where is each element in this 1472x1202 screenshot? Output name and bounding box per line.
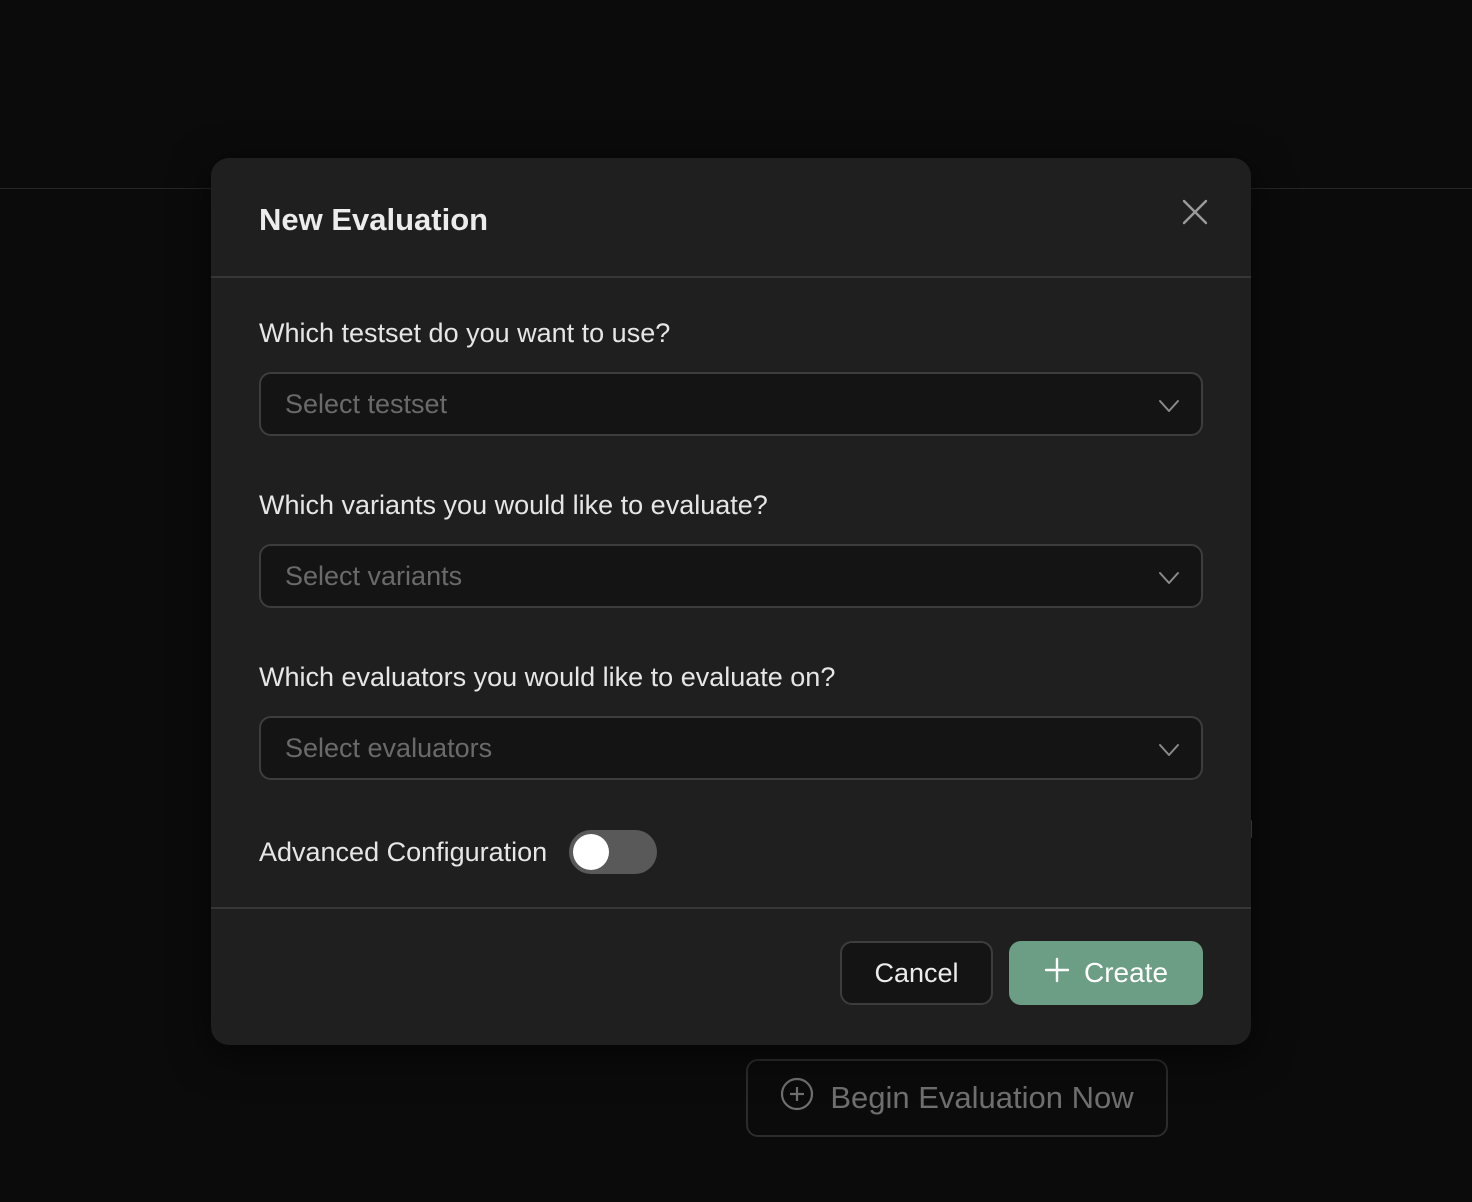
modal-footer: Cancel Create	[211, 907, 1251, 1045]
advanced-configuration-toggle[interactable]	[569, 830, 658, 874]
begin-evaluation-label: Begin Evaluation Now	[830, 1080, 1134, 1115]
chevron-down-icon	[1157, 566, 1181, 590]
cancel-label: Cancel	[874, 957, 959, 988]
cancel-button[interactable]: Cancel	[840, 941, 993, 1005]
modal-title: New Evaluation	[259, 202, 489, 237]
close-button[interactable]	[1177, 196, 1213, 232]
variants-select[interactable]: Select variants	[259, 544, 1203, 608]
plus-circle-icon	[780, 1077, 814, 1119]
variants-label: Which variants you would like to evaluat…	[259, 490, 768, 520]
create-label: Create	[1083, 957, 1169, 988]
testset-select[interactable]: Select testset	[259, 372, 1203, 436]
advanced-configuration-row: Advanced Configuration	[259, 830, 658, 874]
toggle-knob	[573, 834, 610, 870]
modal-header: New Evaluation	[211, 158, 1251, 278]
evaluators-select[interactable]: Select evaluators	[259, 716, 1203, 780]
advanced-configuration-label: Advanced Configuration	[259, 836, 548, 867]
testset-placeholder: Select testset	[285, 388, 448, 419]
chevron-down-icon	[1157, 738, 1181, 762]
evaluators-label: Which evaluators you would like to evalu…	[259, 662, 836, 692]
testset-label: Which testset do you want to use?	[259, 318, 671, 348]
variants-placeholder: Select variants	[285, 560, 463, 591]
new-evaluation-modal: New Evaluation Which testset do you want…	[211, 158, 1251, 1045]
evaluators-placeholder: Select evaluators	[285, 732, 493, 763]
close-icon	[1181, 198, 1209, 231]
modal-body: Which testset do you want to use? Select…	[211, 278, 1251, 908]
chevron-down-icon	[1157, 394, 1181, 418]
create-button[interactable]: Create	[1009, 941, 1203, 1005]
page: Begin Evaluation Now New Evaluation Whic…	[0, 0, 1472, 1202]
plus-icon	[1044, 957, 1070, 990]
begin-evaluation-button[interactable]: Begin Evaluation Now	[746, 1059, 1168, 1137]
